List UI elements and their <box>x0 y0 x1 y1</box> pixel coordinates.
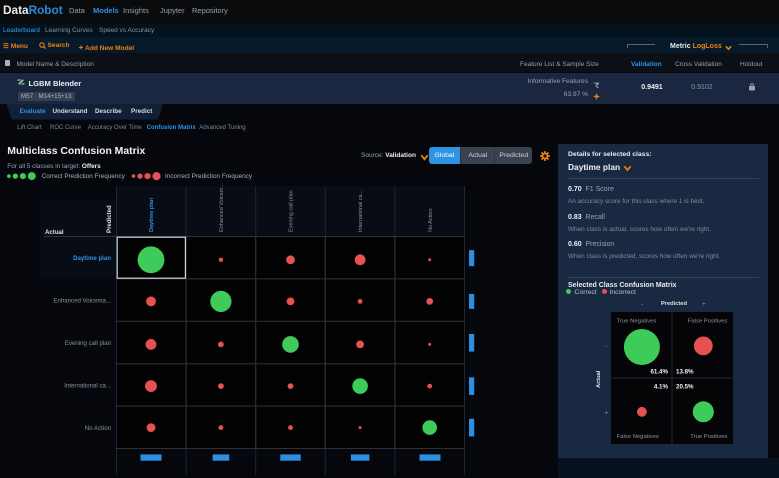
svg-text:Daytime plan: Daytime plan <box>149 197 155 232</box>
svg-text:Enhanced Voicema...: Enhanced Voicema... <box>53 298 111 305</box>
svg-text:Enhanced Voicem...: Enhanced Voicem... <box>219 183 225 232</box>
svg-text:Evening call plan: Evening call plan <box>65 340 111 347</box>
svg-text:International ca...: International ca... <box>358 189 364 232</box>
svg-text:61.4%: 61.4% <box>651 369 669 376</box>
svg-text:True Positives: True Positives <box>691 434 728 440</box>
svg-text:Evening call plan: Evening call plan <box>289 190 295 232</box>
svg-text:Daytime plan: Daytime plan <box>73 255 111 262</box>
svg-text:4.1%: 4.1% <box>654 384 669 391</box>
svg-text:Predicted: Predicted <box>106 205 113 233</box>
svg-text:20.5%: 20.5% <box>676 384 694 391</box>
svg-text:13.8%: 13.8% <box>676 369 694 376</box>
svg-text:International ca...: International ca... <box>64 382 111 389</box>
svg-text:No Action: No Action <box>85 425 111 432</box>
svg-text:Actual: Actual <box>45 229 64 236</box>
svg-text:False Negatives: False Negatives <box>617 434 659 440</box>
svg-text:True Negatives: True Negatives <box>617 319 657 325</box>
svg-text:False Positives: False Positives <box>688 319 728 325</box>
svg-text:No Action: No Action <box>428 208 434 232</box>
